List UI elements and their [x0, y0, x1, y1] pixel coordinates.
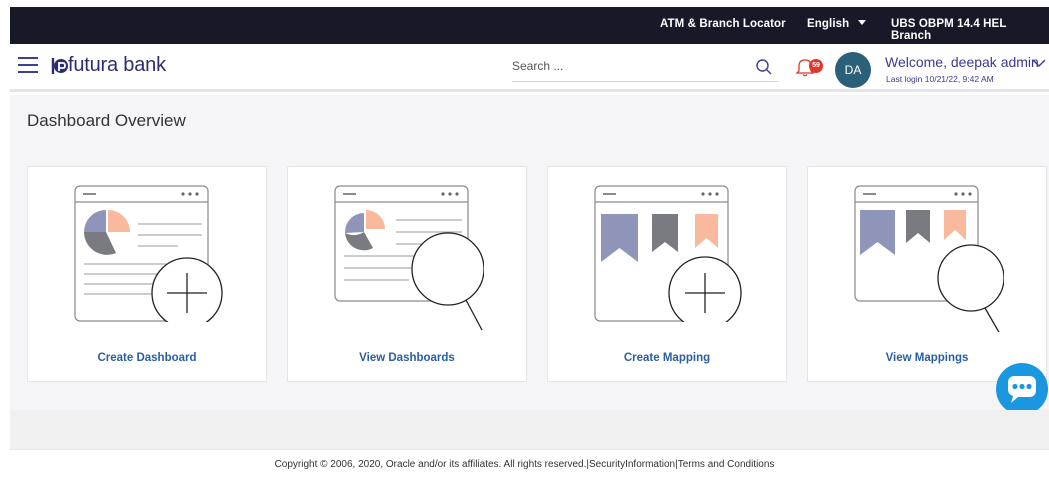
chatbot-button[interactable]	[996, 363, 1048, 415]
search-icon[interactable]	[755, 58, 773, 76]
brand-name[interactable]: futura bank	[68, 54, 166, 77]
create-mapping-label[interactable]: Create Mapping	[548, 352, 786, 364]
language-selector[interactable]: English	[807, 18, 867, 30]
create-dashboard-icon	[74, 185, 223, 322]
create-mapping-card[interactable]: Create Mapping	[547, 166, 787, 382]
search-input[interactable]	[512, 55, 742, 77]
hamburger-menu-icon[interactable]	[18, 57, 38, 74]
view-mappings-card[interactable]: View Mappings	[807, 166, 1047, 382]
view-dashboards-label[interactable]: View Dashboards	[288, 352, 526, 364]
dashboard-area: Dashboard Overview Create Dashboard View…	[10, 95, 1049, 410]
create-dashboard-label[interactable]: Create Dashboard	[28, 352, 266, 364]
top-bar: ATM & Branch Locator English UBS OBPM 14…	[10, 7, 1049, 44]
create-mapping-icon	[594, 185, 742, 322]
last-login-text: Last login 10/21/22, 9:42 AM	[886, 74, 994, 84]
chevron-down-icon[interactable]	[1032, 58, 1046, 68]
page-title: Dashboard Overview	[27, 111, 186, 130]
atm-branch-locator-link[interactable]: ATM & Branch Locator	[660, 18, 786, 30]
chat-bubble-icon	[1008, 376, 1036, 403]
view-dashboards-icon	[334, 185, 484, 331]
branch-selector[interactable]: UBS OBPM 14.4 HEL Branch	[891, 18, 1049, 42]
view-dashboards-card[interactable]: View Dashboards	[287, 166, 527, 382]
copyright-text: Copyright © 2006, 2020, Oracle and/or it…	[274, 459, 775, 470]
welcome-text[interactable]: Welcome, deepak admin	[885, 54, 1039, 70]
view-mappings-icon	[854, 185, 1004, 332]
avatar[interactable]: DA	[835, 52, 871, 88]
notification-badge: 59	[809, 59, 823, 73]
caret-down-icon	[858, 20, 867, 25]
language-label: English	[807, 18, 850, 30]
main-header: futura bank 59 DA Welcome, deepak admin …	[10, 44, 1049, 92]
search-box	[512, 50, 778, 82]
futura-bank-logo-icon	[51, 58, 68, 74]
create-dashboard-card[interactable]: Create Dashboard	[27, 166, 267, 382]
footer-band	[10, 410, 1049, 450]
